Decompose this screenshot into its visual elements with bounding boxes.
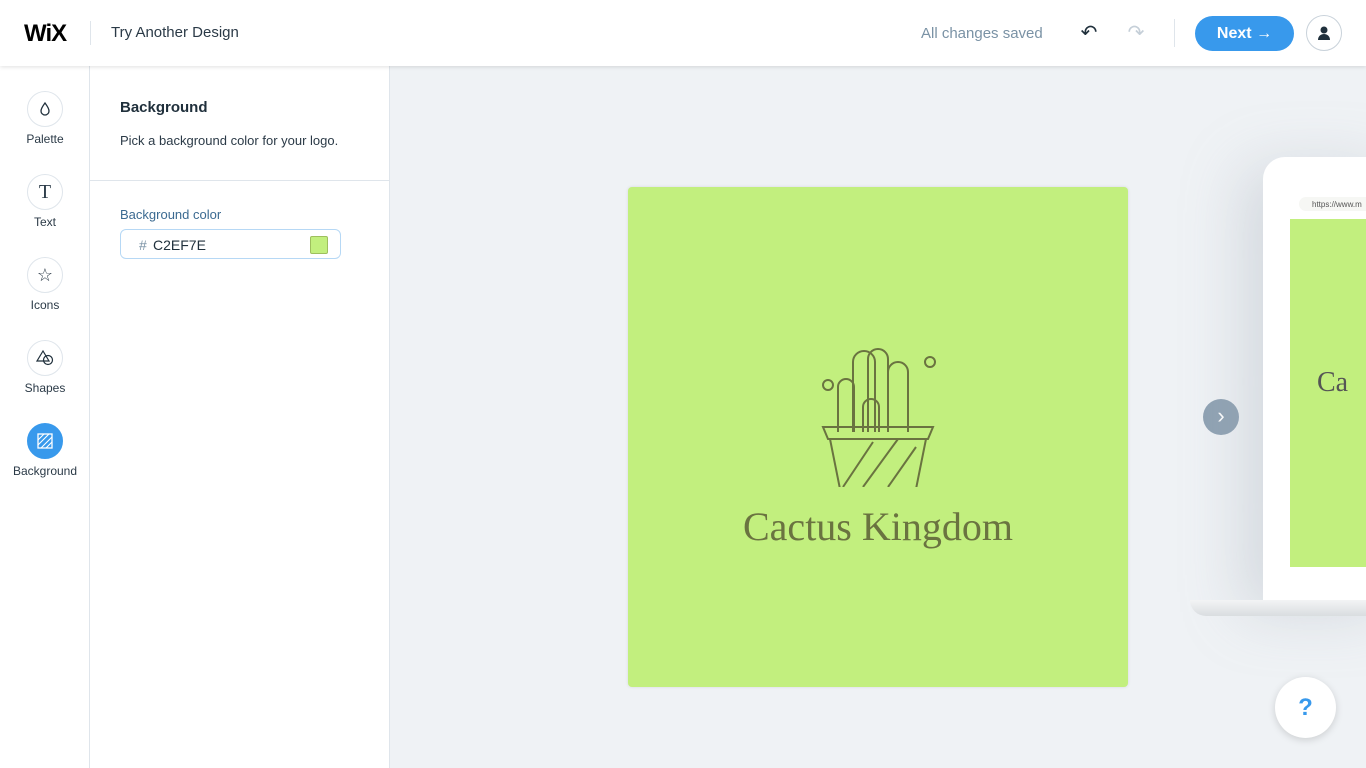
save-status: All changes saved: [921, 25, 1043, 42]
star-icon: ☆: [27, 257, 63, 293]
sidebar-item-label: Palette: [26, 132, 64, 146]
logo-canvas: Cactus Kingdom: [628, 187, 1128, 687]
sidebar-item-label: Background: [12, 464, 78, 478]
palette-icon: [27, 91, 63, 127]
sidebar-item-label: Shapes: [24, 381, 66, 395]
hash-prefix: #: [139, 237, 147, 253]
color-value[interactable]: C2EF7E: [153, 237, 206, 253]
arrow-right-icon: →: [1256, 24, 1273, 42]
user-icon: [1318, 26, 1330, 40]
cactus-logo-icon: [821, 348, 936, 487]
sidebar-item-background[interactable]: Background: [0, 423, 90, 478]
next-button[interactable]: Next →: [1195, 16, 1294, 51]
undo-icon[interactable]: ↶: [1077, 20, 1101, 45]
tool-rail: Palette T Text ☆ Icons Shapes Background: [0, 66, 90, 768]
color-swatch[interactable]: [310, 236, 328, 254]
panel-description: Pick a background color for your logo.: [120, 133, 339, 148]
background-color-label: Background color: [120, 207, 222, 222]
panel-heading: Background: [120, 99, 208, 116]
wix-logo[interactable]: WiX: [24, 20, 67, 48]
divider: [90, 180, 390, 181]
background-color-input[interactable]: # C2EF7E: [120, 229, 341, 259]
laptop-preview: https://www.m Ca: [1263, 157, 1366, 602]
sidebar-item-icons[interactable]: ☆ Icons: [0, 257, 90, 312]
shapes-icon: [27, 340, 63, 376]
redo-icon[interactable]: ↷: [1124, 20, 1148, 45]
sidebar-item-palette[interactable]: Palette: [0, 91, 90, 146]
background-icon: [27, 423, 63, 459]
divider: [90, 21, 91, 45]
help-button[interactable]: ?: [1275, 677, 1336, 738]
brand-name: Cactus Kingdom: [743, 504, 1013, 549]
next-label: Next: [1216, 24, 1252, 42]
text-icon: T: [27, 174, 63, 210]
page-title: Try Another Design: [111, 24, 239, 41]
user-avatar[interactable]: [1306, 15, 1342, 51]
preview-text: Ca: [1317, 367, 1349, 398]
divider: [1174, 19, 1175, 47]
settings-panel: Background Pick a background color for y…: [90, 66, 390, 768]
next-design-arrow[interactable]: ›: [1203, 399, 1239, 435]
sidebar-item-shapes[interactable]: Shapes: [0, 340, 90, 395]
laptop-base: [1190, 600, 1366, 616]
top-bar: WiX Try Another Design All changes saved…: [0, 0, 1366, 66]
preview-url: https://www.m: [1299, 197, 1366, 211]
sidebar-item-label: Text: [33, 215, 56, 229]
sidebar-item-text[interactable]: T Text: [0, 174, 90, 229]
sidebar-item-label: Icons: [30, 298, 60, 312]
